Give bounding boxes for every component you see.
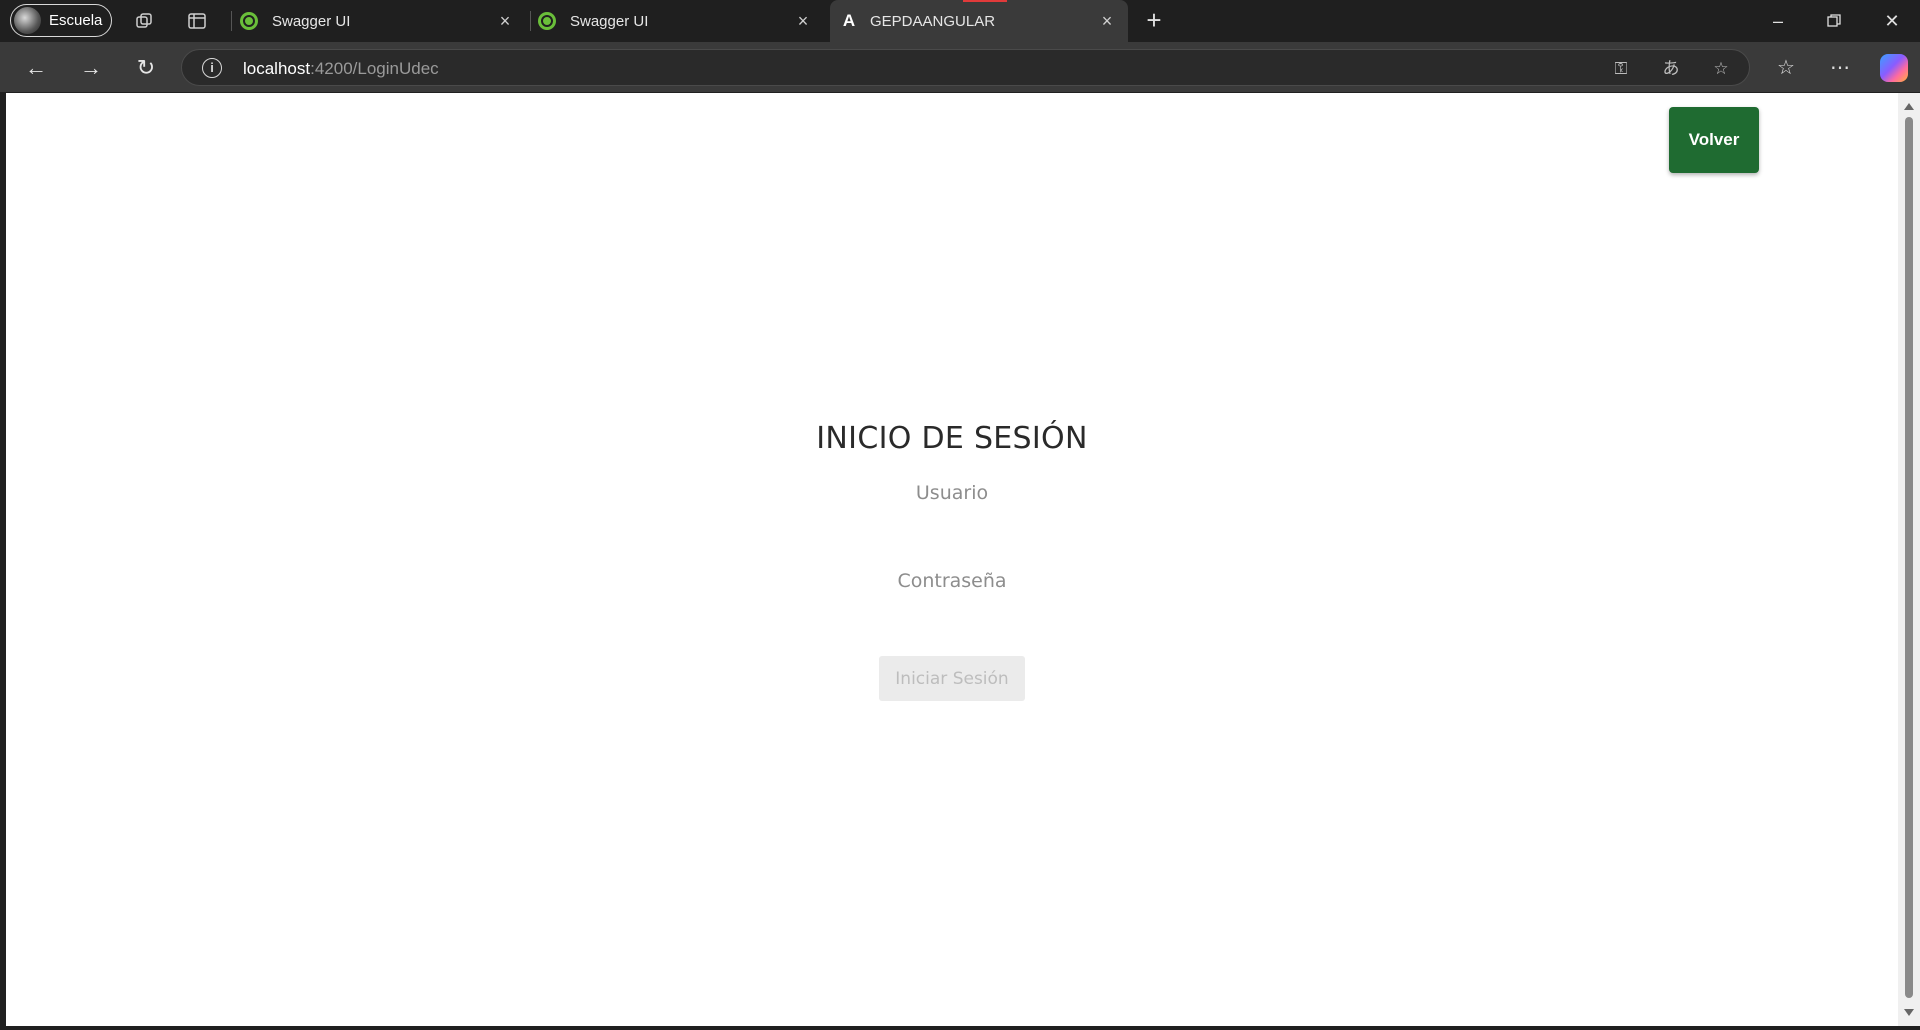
avatar (14, 7, 41, 34)
close-tab-icon[interactable]: × (1098, 12, 1116, 30)
navigation-bar: ← → ↻ i localhost:4200/LoginUdec ⚿ あ ☆ ☆… (0, 42, 1920, 92)
minimize-icon[interactable]: – (1763, 8, 1793, 34)
login-form: INICIO DE SESIÓN Iniciar Sesión (6, 93, 1898, 1026)
tab-separator (530, 11, 531, 31)
scrollbar-thumb[interactable] (1905, 117, 1913, 998)
url-text[interactable]: localhost:4200/LoginUdec (243, 59, 439, 79)
browser-window: Escuela Swagger UI × Swagger UI × A GEPD… (0, 0, 1920, 1030)
close-window-icon[interactable]: ✕ (1877, 8, 1907, 34)
vertical-tabs-icon[interactable] (186, 10, 208, 32)
close-tab-icon[interactable]: × (794, 12, 812, 30)
more-menu-icon[interactable]: ⋯ (1826, 54, 1854, 82)
back-arrow-icon[interactable]: ← (22, 54, 50, 82)
tab-title: Swagger UI (570, 12, 649, 30)
refresh-icon[interactable]: ↻ (132, 54, 160, 82)
tab-gepdaangular[interactable]: A GEPDAANGULAR × (830, 0, 1128, 42)
recording-indicator (963, 0, 1007, 2)
tab-title: Swagger UI (272, 12, 351, 30)
swagger-favicon-icon (240, 12, 258, 30)
favorite-star-icon[interactable]: ☆ (1710, 58, 1732, 80)
workspaces-icon[interactable] (133, 10, 155, 32)
scrollbar[interactable] (1898, 93, 1920, 1026)
favorites-icon[interactable]: ☆ (1772, 54, 1800, 82)
scroll-up-icon[interactable] (1904, 103, 1914, 110)
key-icon[interactable]: ⚿ (1610, 58, 1632, 80)
restore-icon[interactable] (1819, 8, 1849, 34)
address-bar[interactable]: i localhost:4200/LoginUdec ⚿ あ ☆ (181, 49, 1750, 86)
tab-separator (231, 11, 232, 31)
tab-title: GEPDAANGULAR (870, 12, 996, 30)
forward-arrow-icon[interactable]: → (77, 54, 105, 82)
new-tab-icon[interactable]: + (1141, 7, 1167, 34)
close-tab-icon[interactable]: × (496, 12, 514, 30)
copilot-icon[interactable] (1880, 54, 1908, 82)
profile-button[interactable]: Escuela (10, 4, 112, 37)
profile-label: Escuela (49, 12, 103, 29)
translate-icon[interactable]: あ (1660, 58, 1682, 80)
page-viewport: Volver INICIO DE SESIÓN Iniciar Sesión (6, 93, 1898, 1026)
password-input[interactable] (852, 563, 1052, 599)
tab-swagger-1[interactable]: Swagger UI × (240, 0, 526, 42)
tab-bar: Escuela Swagger UI × Swagger UI × A GEPD… (0, 0, 1920, 42)
login-button[interactable]: Iniciar Sesión (879, 656, 1025, 701)
scroll-down-icon[interactable] (1904, 1009, 1914, 1016)
angular-favicon-icon: A (842, 11, 856, 30)
username-input[interactable] (852, 475, 1052, 511)
site-info-icon[interactable]: i (202, 58, 222, 78)
swagger-favicon-icon (538, 12, 556, 30)
page-title: INICIO DE SESIÓN (816, 421, 1088, 456)
tab-swagger-2[interactable]: Swagger UI × (538, 0, 824, 42)
